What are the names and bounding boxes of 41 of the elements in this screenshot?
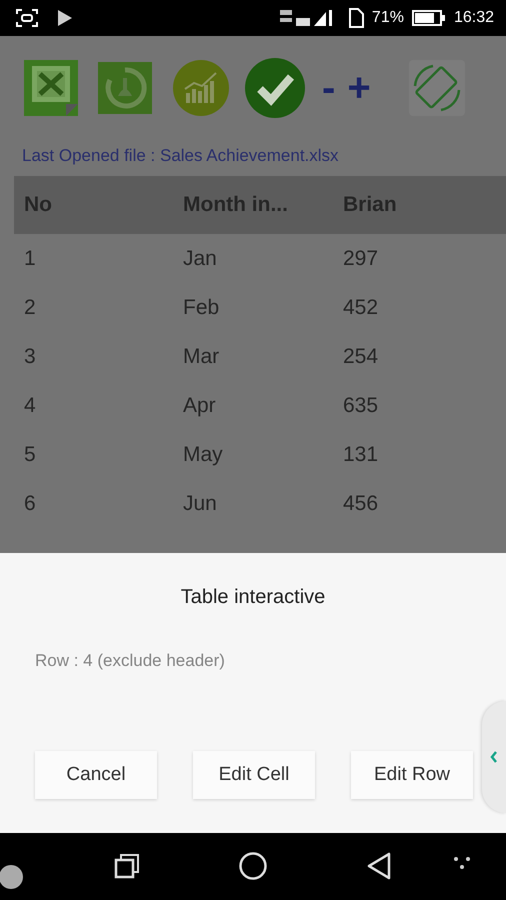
table-cell-text: 452 [343,294,380,320]
battery-percent: 71% [372,9,404,27]
cancel-button[interactable]: Cancel [35,751,157,799]
table-cell: 1 [14,234,183,283]
dialog-title: Table interactive [180,585,326,609]
check-icon[interactable] [244,57,306,119]
screenshot-icon [16,9,38,27]
play-icon [58,10,72,26]
side-handle[interactable] [482,701,506,813]
table-cell: 4 [14,381,183,430]
sim-card-icon [348,8,364,28]
edit-cell-button[interactable]: Edit Cell [193,751,315,799]
chevron-icon [490,751,498,763]
table-cell: 6 [14,479,183,528]
table-cell-text: 131 [343,442,380,468]
table-cell-text: Feb [183,294,220,320]
table-cell-text: 254 [343,344,380,370]
table-cell-text: 2 [23,294,37,320]
more-icon[interactable] [453,856,471,870]
table-cell: 297 [343,234,506,283]
table-cell-text: May [183,442,224,468]
table-cell-text: Jun [183,490,218,516]
recent-apps-icon[interactable] [114,853,140,879]
table-cell-text: 3 [23,344,37,370]
dialog-message: Row : 4 (exclude header) [35,651,226,671]
table-cell-text: Apr [183,392,217,418]
spreadsheet-icon[interactable] [24,60,80,116]
table-cell: Jan [183,234,343,283]
table-cell-text: 635 [343,392,380,418]
edit-row-button[interactable]: Edit Row [351,751,473,799]
back-icon[interactable] [366,852,392,880]
clock-time: 16:32 [454,9,494,27]
table-cell-text: Mar [183,344,220,370]
last-opened-file: Last Opened file : Sales Achievement.xlsx [22,146,340,166]
signal-icon [280,8,334,28]
table-cell-text: 5 [23,442,37,468]
home-icon[interactable] [238,851,268,881]
table-cell-text: 456 [343,490,380,516]
battery-icon [412,10,446,26]
zoom-in-button[interactable]: + [341,68,377,108]
zoom-out-button[interactable]: - [316,68,342,108]
